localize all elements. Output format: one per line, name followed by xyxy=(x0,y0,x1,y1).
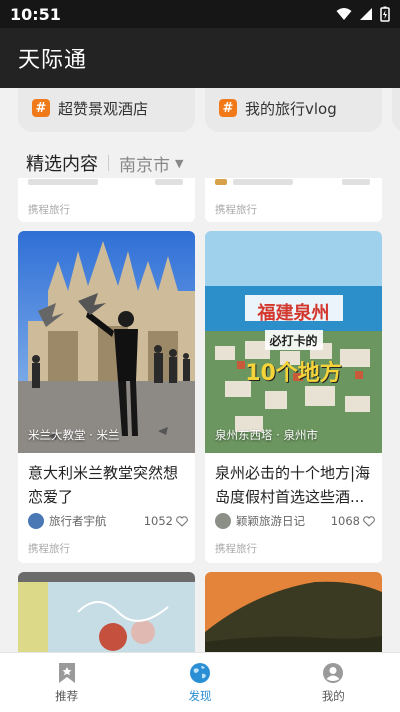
hashtag-icon: # xyxy=(219,99,237,117)
heart-icon[interactable] xyxy=(176,515,188,527)
tab-discover[interactable]: 发现 xyxy=(133,653,266,712)
location-label: 泉州东西塔 · 泉州市 xyxy=(215,428,318,442)
image-caption-top: 福建泉州 xyxy=(257,303,330,324)
image-caption-mid: 必打卡的 xyxy=(269,334,318,348)
location-tag: 米兰大教堂 · 米兰 xyxy=(28,427,119,443)
location-label: 米兰大教堂 · 米兰 xyxy=(28,428,120,442)
wifi-icon xyxy=(336,8,352,20)
avatar xyxy=(28,513,44,529)
status-time: 10:51 xyxy=(10,4,61,24)
card-image xyxy=(18,572,195,652)
card-title: 意大利米兰教堂突然想恋爱了 xyxy=(28,464,179,506)
topic-row: # 超赞景观酒店 # 我的旅行vlog xyxy=(0,88,400,132)
tab-profile[interactable]: 我的 xyxy=(267,653,400,712)
topic-label: 我的旅行vlog xyxy=(245,99,337,118)
status-bar: 10:51 xyxy=(0,0,400,28)
feed-card-partial[interactable] xyxy=(18,572,195,652)
profile-icon xyxy=(323,662,344,683)
city-selector[interactable]: 南京市 xyxy=(119,151,170,176)
globe-icon xyxy=(189,662,210,683)
app-title: 天际通 xyxy=(18,48,88,73)
topic-label: 超赞景观酒店 xyxy=(58,99,149,118)
tab-label: 推荐 xyxy=(55,688,79,703)
hashtag-icon: # xyxy=(32,99,50,117)
heart-icon[interactable] xyxy=(363,515,375,527)
author-name: 颖颖旅游日记 xyxy=(236,514,305,528)
truncated-text xyxy=(233,179,293,185)
content-scroll[interactable]: # 超赞景观酒店 # 我的旅行vlog 精选内容 南京市 ▼ 携程旅行 携程旅行 xyxy=(0,88,400,652)
likes[interactable]: 1052 xyxy=(144,514,188,528)
card-title: 泉州必击的十个地方|海岛度假村首选这些酒... xyxy=(215,464,371,506)
battery-icon xyxy=(380,6,390,22)
truncated-text xyxy=(155,179,183,185)
image-caption-big: 10个地方 xyxy=(245,361,342,386)
card-source: 携程旅行 xyxy=(215,204,257,216)
avatar xyxy=(215,513,231,529)
tab-label: 我的 xyxy=(321,688,345,703)
card-image xyxy=(205,572,382,652)
section-title: 精选内容 xyxy=(26,154,98,175)
bottom-tab-bar: 推荐 发现 我的 xyxy=(0,652,400,712)
card-partial[interactable]: 携程旅行 xyxy=(18,178,195,222)
like-count: 1068 xyxy=(330,514,360,528)
section-header: 精选内容 南京市 ▼ xyxy=(26,150,183,176)
feed-card[interactable]: 福建泉州 必打卡的 10个地方 泉州东西塔 · 泉州市 泉州必击的十个地方|海岛… xyxy=(205,231,382,563)
app-bar: 天际通 xyxy=(0,28,400,88)
bookmark-icon xyxy=(58,662,75,683)
card-image: 米兰大教堂 · 米兰 xyxy=(18,231,195,453)
card-partial[interactable]: 携程旅行 xyxy=(205,178,382,222)
location-tag: 泉州东西塔 · 泉州市 xyxy=(215,427,318,443)
signal-icon xyxy=(360,8,372,20)
truncated-text xyxy=(342,179,370,185)
topic-chip-partial[interactable] xyxy=(392,88,400,132)
divider xyxy=(108,155,109,171)
tab-label: 发现 xyxy=(188,688,212,703)
topic-chip[interactable]: # 我的旅行vlog xyxy=(205,88,382,132)
card-source: 携程旅行 xyxy=(28,204,70,216)
avatar xyxy=(215,179,227,185)
feed-card[interactable]: 米兰大教堂 · 米兰 意大利米兰教堂突然想恋爱了 旅行者宇航 1052 携程旅行 xyxy=(18,231,195,563)
card-image: 福建泉州 必打卡的 10个地方 泉州东西塔 · 泉州市 xyxy=(205,231,382,453)
card-source: 携程旅行 xyxy=(28,543,70,555)
truncated-text xyxy=(28,179,98,185)
status-icons xyxy=(336,6,390,22)
like-count: 1052 xyxy=(143,514,173,528)
author-name: 旅行者宇航 xyxy=(49,514,107,528)
topic-chip[interactable]: # 超赞景观酒店 xyxy=(18,88,195,132)
card-source: 携程旅行 xyxy=(215,543,257,555)
feed-card-partial[interactable] xyxy=(205,572,382,652)
likes[interactable]: 1068 xyxy=(331,514,375,528)
caret-down-icon[interactable]: ▼ xyxy=(175,157,183,170)
author-row: 旅行者宇航 1052 xyxy=(28,513,188,529)
author-row: 颖颖旅游日记 1068 xyxy=(215,513,375,529)
tab-recommend[interactable]: 推荐 xyxy=(0,653,133,712)
